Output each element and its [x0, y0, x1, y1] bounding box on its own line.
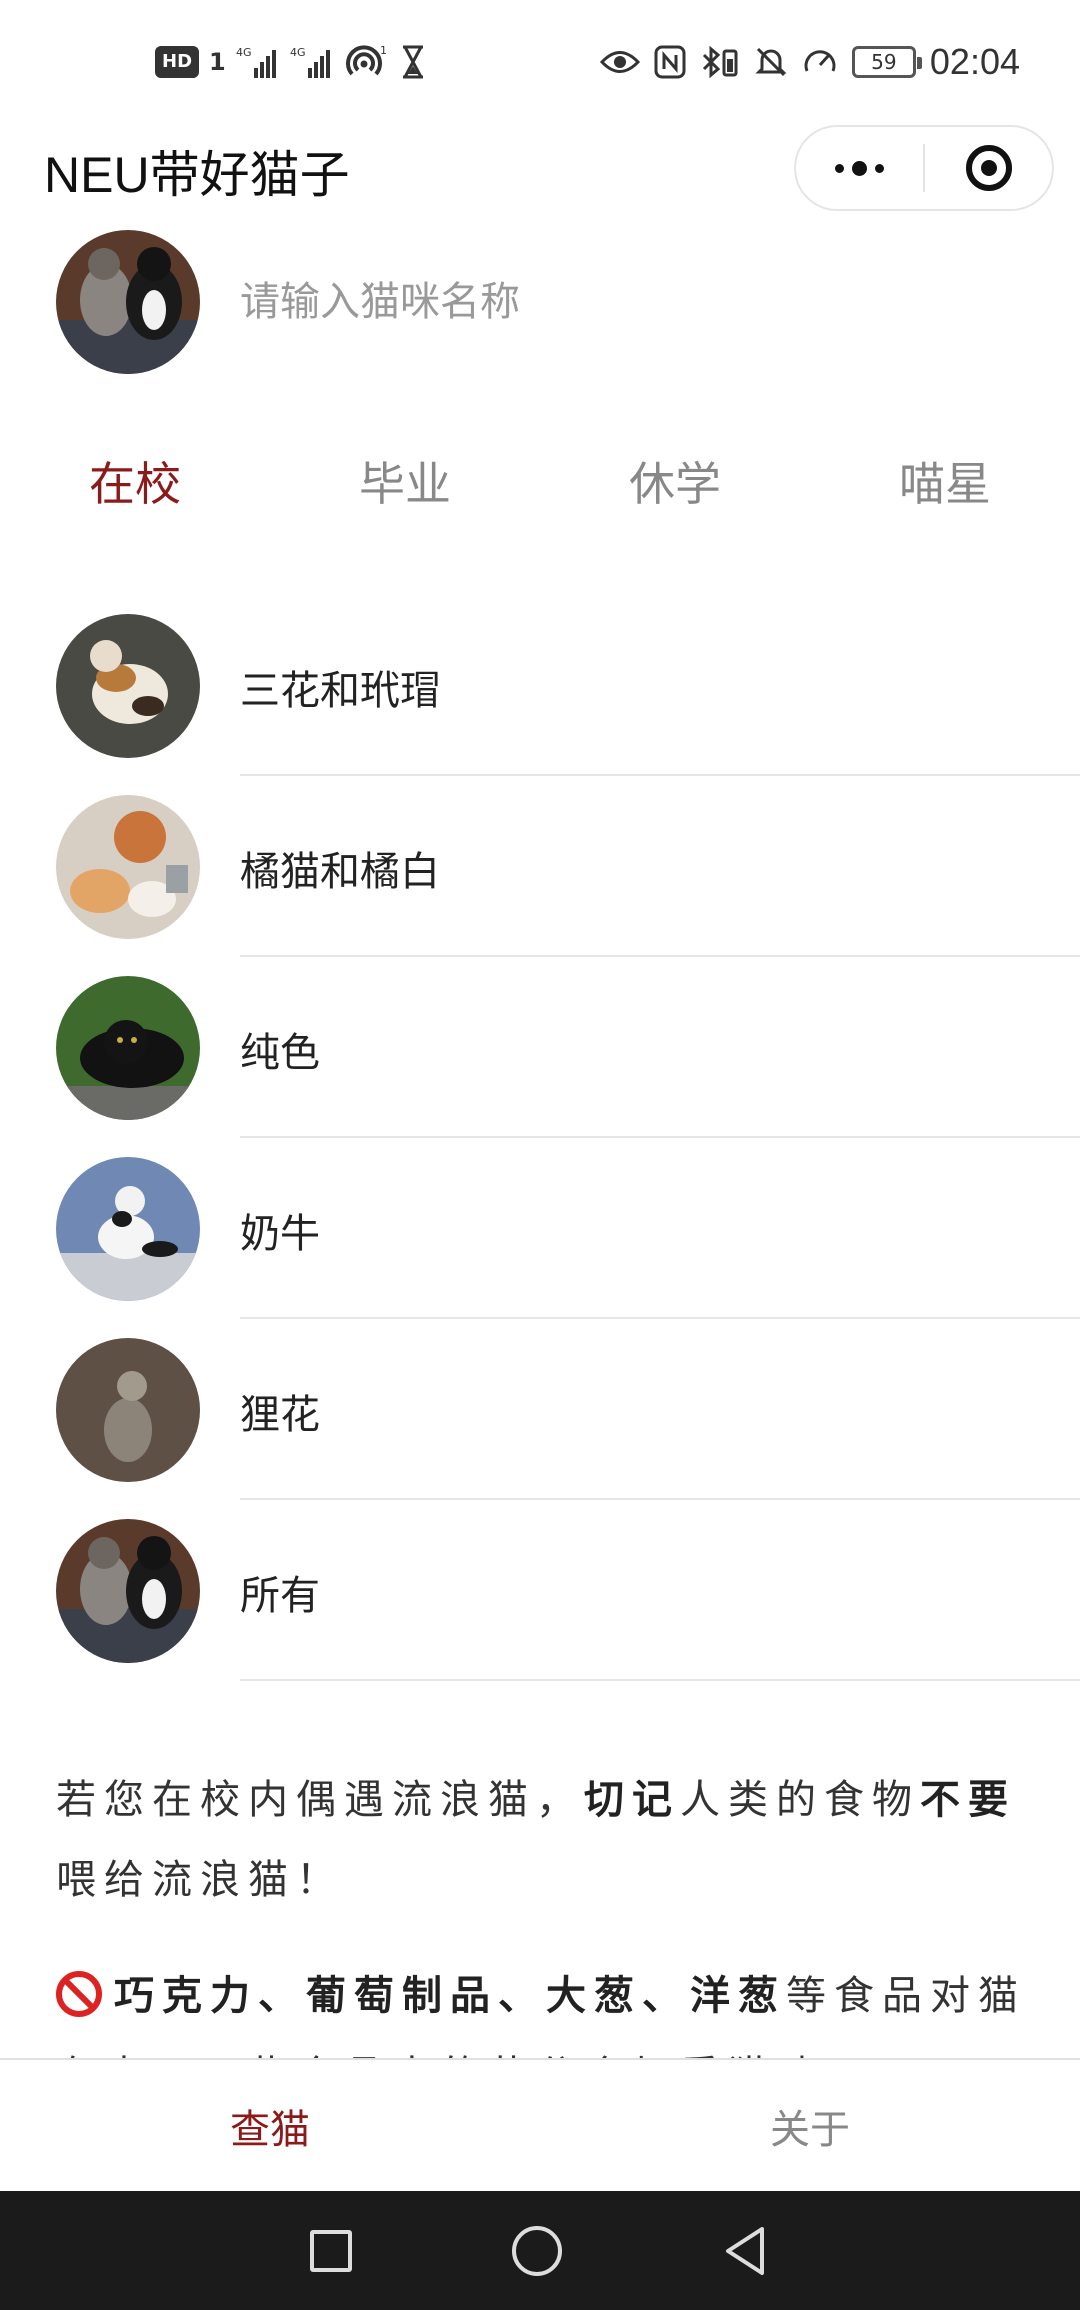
tab-cat-star[interactable]: 喵星: [810, 440, 1080, 540]
battery-icon: 59: [851, 46, 922, 78]
cat-category-list: 三花和玳瑁 橘猫和橘白 纯色 奶牛 狸花 所有: [0, 612, 1080, 1698]
tab-label: 休学: [629, 457, 721, 511]
recents-button[interactable]: [310, 2229, 352, 2272]
tab-graduated[interactable]: 毕业: [270, 440, 540, 540]
tab-suspended[interactable]: 休学: [540, 440, 810, 540]
back-button[interactable]: [722, 2225, 770, 2277]
tabbar-find-cat[interactable]: 查猫: [0, 2060, 540, 2191]
capsule-menu: [794, 125, 1054, 211]
search-avatar: [56, 230, 200, 374]
target-icon: [965, 145, 1012, 191]
list-item[interactable]: 纯色: [0, 974, 1080, 1155]
prohibited-icon: [56, 1971, 102, 2017]
list-divider: [240, 1679, 1080, 1681]
search-input[interactable]: [240, 270, 1020, 334]
svg-text:4G: 4G: [290, 46, 306, 59]
status-time: 02:04: [929, 41, 1020, 82]
mute-icon: [754, 45, 788, 79]
list-divider: [240, 774, 1080, 776]
system-nav-bar: [0, 2191, 1080, 2310]
svg-text:4G: 4G: [236, 46, 252, 59]
search-row: [0, 230, 1080, 376]
more-button[interactable]: [796, 127, 923, 209]
tabbar-about[interactable]: 关于: [540, 2060, 1080, 2191]
hd-icon: HD: [155, 46, 200, 78]
bluetooth-battery-icon: [700, 45, 740, 79]
home-button[interactable]: [512, 2225, 562, 2276]
tab-in-school[interactable]: 在校: [0, 440, 270, 540]
cat-category-name: 三花和玳瑁: [240, 668, 440, 714]
list-divider: [240, 1498, 1080, 1500]
list-divider: [240, 955, 1080, 957]
cat-avatar: [56, 795, 200, 939]
eye-icon: [599, 47, 640, 77]
cat-avatar: [56, 614, 200, 758]
list-item[interactable]: 橘猫和橘白: [0, 793, 1080, 974]
hourglass-icon: [400, 44, 426, 80]
cat-category-name: 橘猫和橘白: [240, 849, 440, 895]
sim-1-icon: 1: [209, 48, 226, 76]
cat-category-name: 奶牛: [240, 1211, 320, 1257]
signal-4g-icon: 4G: [236, 44, 280, 80]
cat-avatar: [56, 1157, 200, 1301]
cat-avatar: [56, 976, 200, 1120]
status-tabs: 在校 毕业 休学 喵星: [0, 440, 1080, 540]
list-item[interactable]: 狸花: [0, 1336, 1080, 1517]
notice-paragraph: 若您在校内偶遇流浪猫，切记人类的食物不要喂给流浪猫！: [56, 1777, 1016, 1903]
cat-category-name: 狸花: [240, 1392, 320, 1438]
page-title: NEU带好猫子: [44, 147, 350, 203]
bottom-tab-bar: 查猫 关于: [0, 2058, 1080, 2191]
list-item[interactable]: 所有: [0, 1517, 1080, 1698]
status-right: 59 02:04: [599, 40, 1020, 84]
battery-level: 59: [871, 50, 897, 74]
list-item[interactable]: 奶牛: [0, 1155, 1080, 1336]
more-dots-icon: [835, 160, 884, 176]
cat-avatar: [56, 1338, 200, 1482]
cat-category-name: 纯色: [240, 1030, 320, 1076]
svg-text:1: 1: [380, 44, 387, 57]
list-divider: [240, 1136, 1080, 1138]
status-left: HD 1 4G 4G 1: [155, 40, 426, 84]
hotspot-icon: 1: [344, 44, 390, 80]
cat-avatar: [56, 1519, 200, 1663]
speed-icon: [802, 45, 838, 79]
nfc-icon: [654, 45, 686, 79]
tab-label: 在校: [89, 457, 181, 511]
list-item[interactable]: 三花和玳瑁: [0, 612, 1080, 793]
status-bar: HD 1 4G 4G 1 59 02:04: [0, 0, 1080, 125]
tab-label: 喵星: [899, 457, 991, 511]
close-button[interactable]: [925, 127, 1052, 209]
cat-category-name: 所有: [240, 1573, 320, 1619]
list-divider: [240, 1317, 1080, 1319]
tab-label: 毕业: [359, 457, 451, 511]
title-bar: NEU带好猫子: [0, 125, 1080, 235]
signal-4g-icon: 4G: [290, 44, 334, 80]
